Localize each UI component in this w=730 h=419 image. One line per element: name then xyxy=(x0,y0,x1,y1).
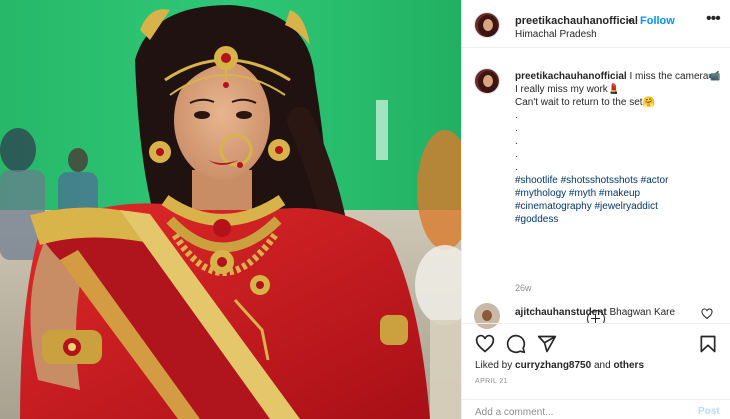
add-comment-input[interactable] xyxy=(475,405,675,419)
post-actions: Liked by curryzhang8750 and others APRIL… xyxy=(462,323,730,419)
header-separator: • xyxy=(628,15,632,27)
author-avatar[interactable] xyxy=(474,12,500,38)
post-comment-button[interactable]: Post xyxy=(698,406,720,417)
comment-text: Bhagwan Kare xyxy=(609,307,676,318)
post-header: preetikachauhanofficial • Follow Himacha… xyxy=(462,0,730,48)
share-icon[interactable] xyxy=(537,334,557,354)
hashtag-line[interactable]: #cinematography #jewelryaddict xyxy=(515,200,723,213)
comment-like-heart-icon[interactable] xyxy=(701,308,713,320)
heart-icon[interactable] xyxy=(475,334,495,354)
caption-dot: . xyxy=(515,162,518,173)
post-side-panel: preetikachauhanofficial • Follow Himacha… xyxy=(461,0,730,419)
post-image-illustration xyxy=(0,0,461,419)
caption-dot: . xyxy=(515,149,518,160)
caption-age[interactable]: 26w xyxy=(515,283,532,293)
avatar-face xyxy=(483,75,493,87)
caption-hashtags: #shootlife #shotsshotsshots #actor #myth… xyxy=(515,174,723,226)
hashtag-line[interactable]: #mythology #myth #makeup xyxy=(515,187,723,200)
hashtag-line[interactable]: #shootlife #shotsshotsshots #actor xyxy=(515,174,723,187)
more-dots-icon[interactable]: ••• xyxy=(706,10,721,28)
commenter-username[interactable]: ajitchauhanstudent xyxy=(515,307,607,318)
caption-dot: . xyxy=(515,123,518,134)
comment-icon[interactable] xyxy=(506,334,526,354)
author-username[interactable]: preetikachauhanofficial xyxy=(515,15,638,27)
follow-button[interactable]: Follow xyxy=(640,15,675,27)
caption-dot: . xyxy=(515,110,518,121)
caption-dot: . xyxy=(515,136,518,147)
hashtag-line[interactable]: #goddess xyxy=(515,213,723,226)
caption-line-2: Can't wait to return to the set🤗 xyxy=(515,97,655,108)
likes-prefix: Liked by xyxy=(475,360,513,371)
caption-username[interactable]: preetikachauhanofficial xyxy=(515,71,627,82)
post-caption: preetikachauhanofficial I miss the camer… xyxy=(515,70,723,226)
add-comment-bar: Post xyxy=(462,399,730,419)
likes-summary: Liked by curryzhang8750 and others xyxy=(475,360,644,371)
post-photo[interactable] xyxy=(0,0,461,419)
bookmark-icon[interactable] xyxy=(698,334,718,354)
liked-by-user[interactable]: curryzhang8750 xyxy=(515,360,591,371)
likes-connector: and xyxy=(593,360,611,371)
avatar-face xyxy=(482,310,492,321)
post-location[interactable]: Himachal Pradesh xyxy=(515,29,597,40)
avatar-face xyxy=(483,19,493,31)
instagram-post: preetikachauhanofficial • Follow Himacha… xyxy=(0,0,730,419)
post-date[interactable]: APRIL 21 xyxy=(475,378,508,385)
comment-item: ajitchauhanstudent Bhagwan Kare xyxy=(515,306,695,319)
likes-others-link[interactable]: others xyxy=(613,360,644,371)
comments-section[interactable]: preetikachauhanofficial I miss the camer… xyxy=(462,48,730,323)
caption-author-avatar[interactable] xyxy=(474,68,500,94)
